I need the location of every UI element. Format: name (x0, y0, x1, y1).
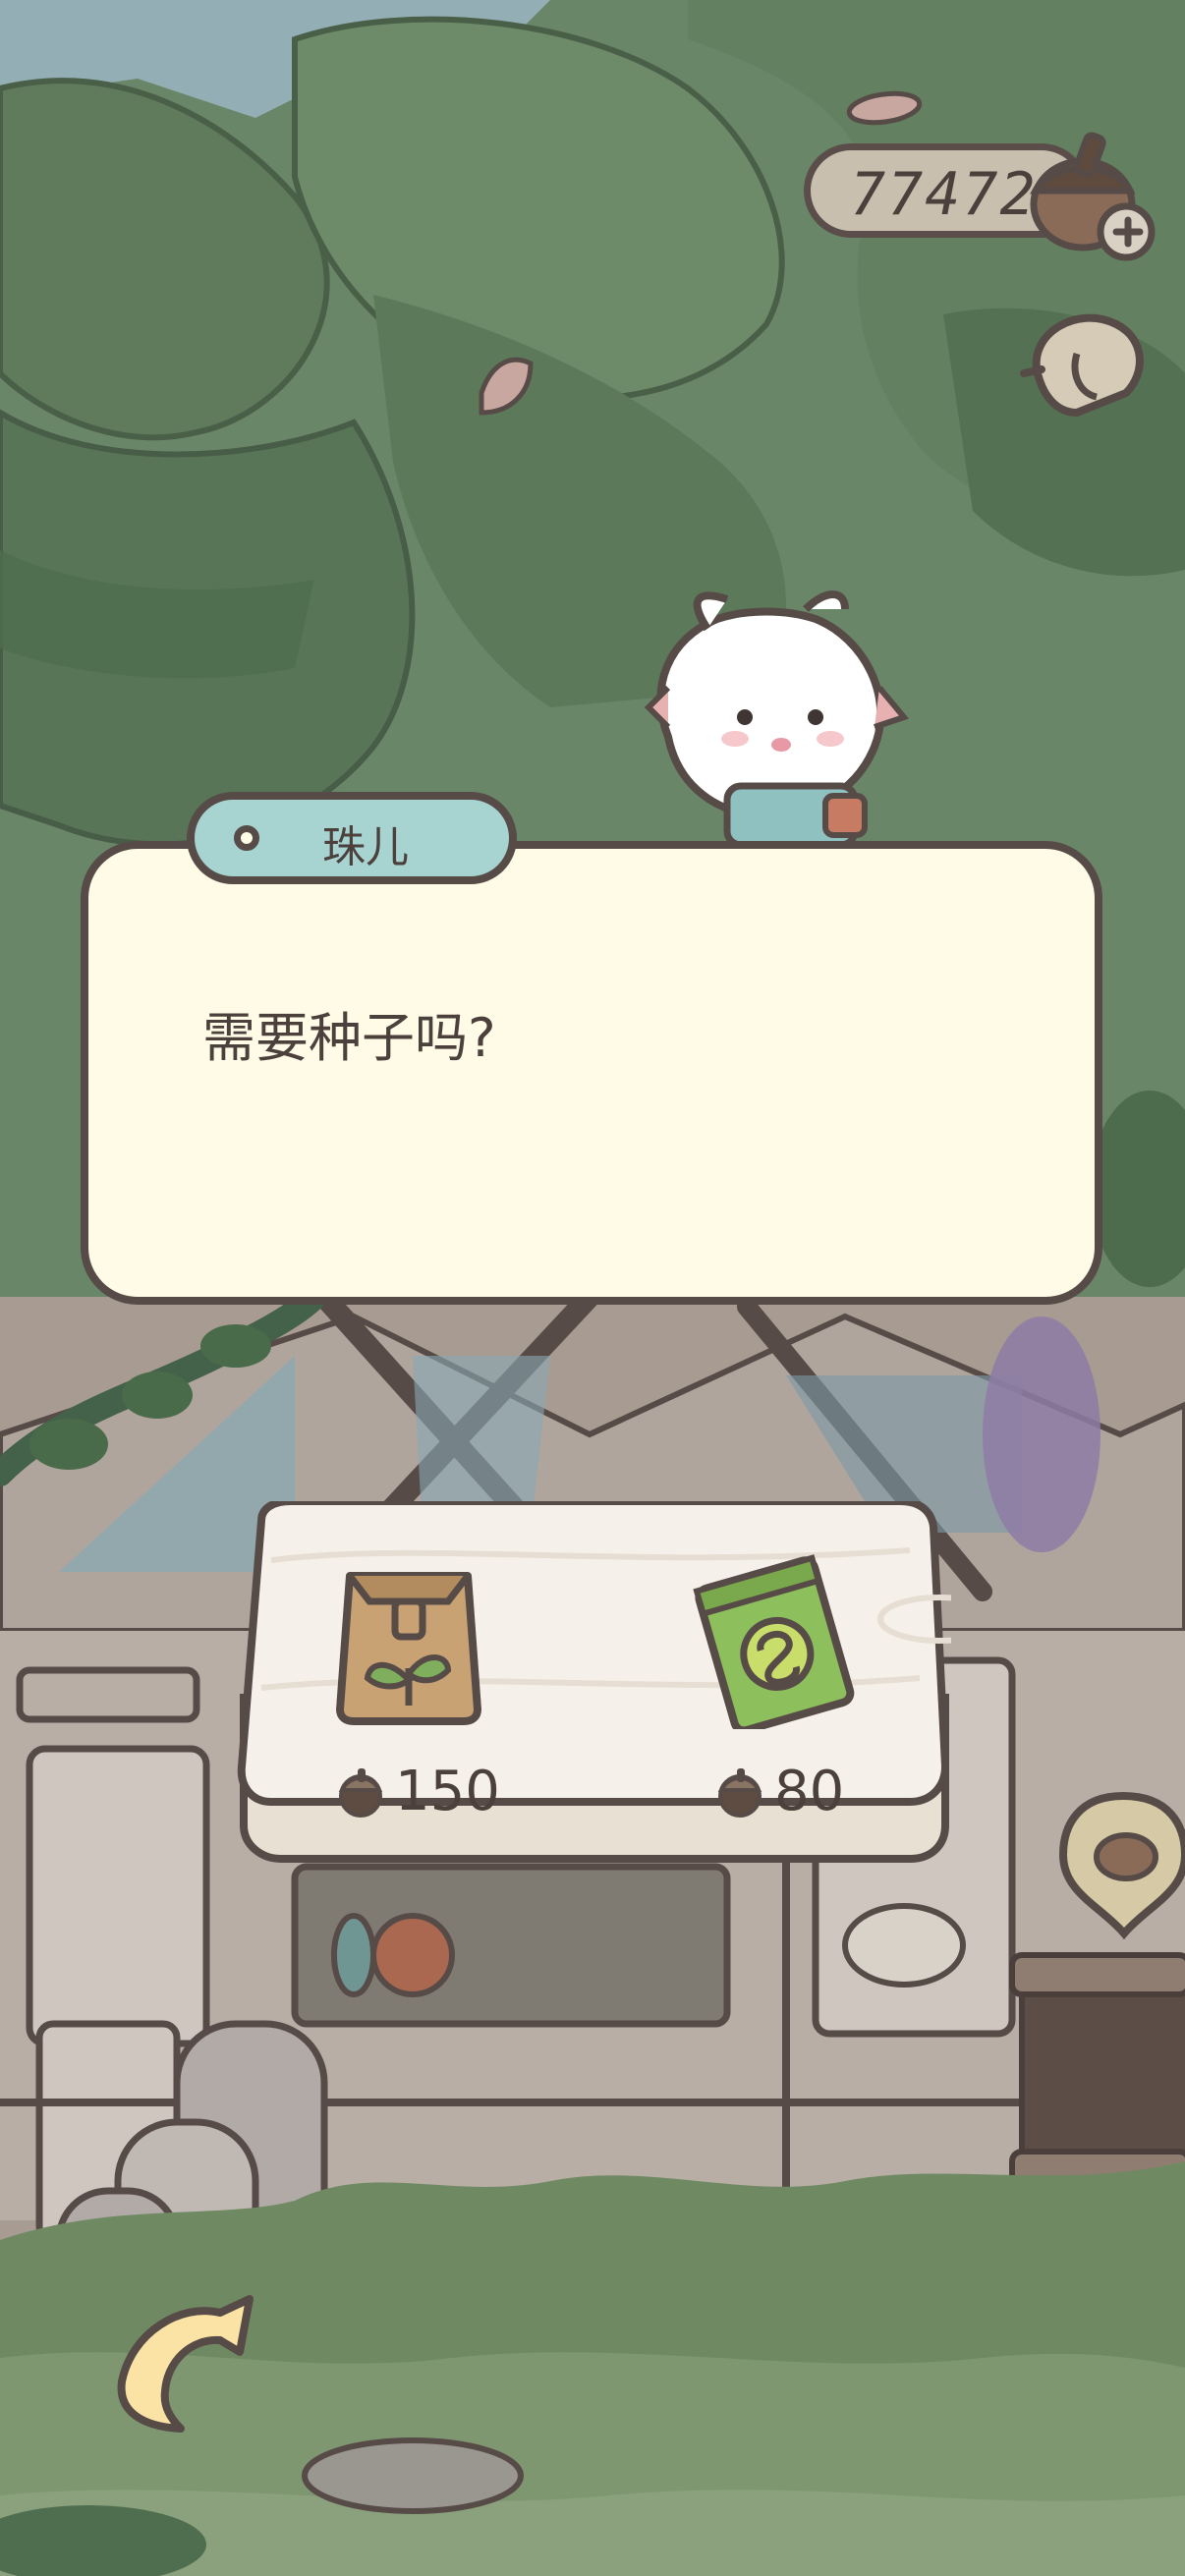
acorn-count: 77472 (850, 160, 1038, 229)
back-arrow-icon[interactable] (102, 2293, 269, 2440)
name-dot-icon (234, 825, 259, 851)
price-text: 150 (395, 1759, 500, 1823)
speaker-name-tag: 珠儿 (187, 792, 517, 884)
price-text: 80 (774, 1759, 845, 1823)
hat-icon[interactable] (1018, 295, 1156, 432)
game-scene: 77472 需要种子吗? 珠儿 150 80 (0, 0, 1185, 2576)
acorn-icon (338, 1768, 383, 1818)
map-marker-icon[interactable] (1059, 1786, 1185, 1943)
speaker-name: 珠儿 (322, 822, 409, 872)
price-seed-packet: 80 (711, 1757, 844, 1825)
dialog-box[interactable]: 需要种子吗? (81, 841, 1102, 1305)
dialog-text: 需要种子吗? (202, 1007, 496, 1069)
price-seed-bag: 150 (332, 1757, 500, 1825)
seed-bag-icon (336, 1572, 481, 1725)
acorn-icon (717, 1768, 762, 1818)
plus-icon[interactable] (1108, 212, 1148, 252)
seed-packet-icon (693, 1554, 855, 1735)
